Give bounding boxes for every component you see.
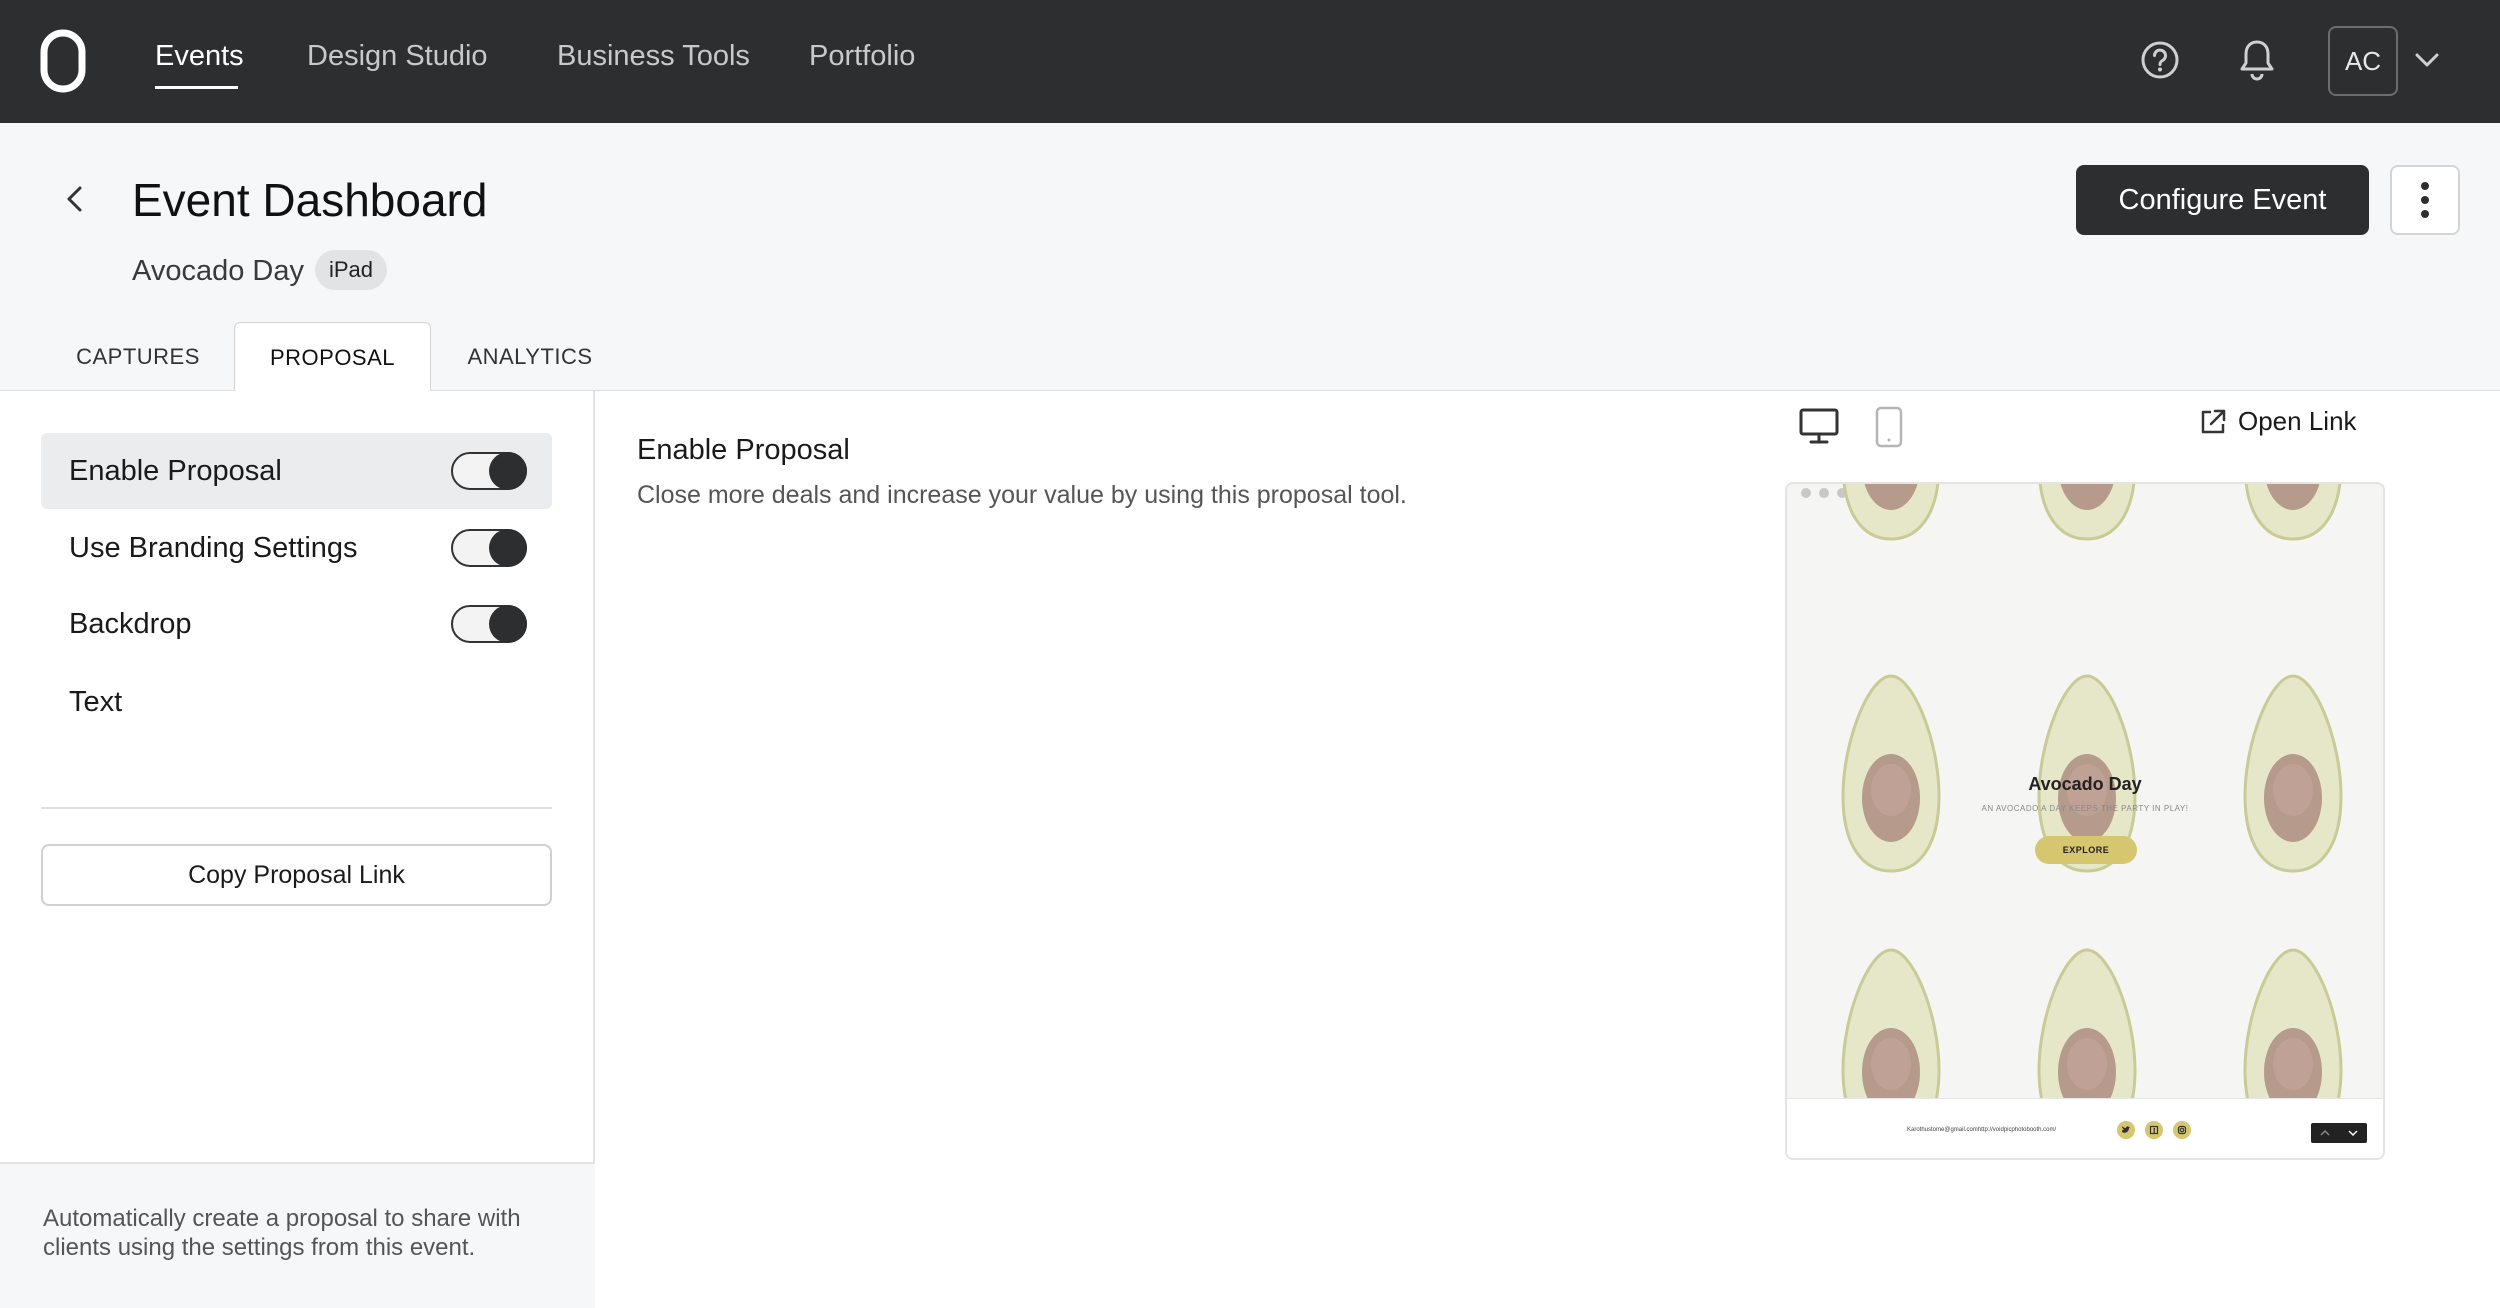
- tab-proposal[interactable]: PROPOSAL: [234, 322, 431, 392]
- chevron-up-icon: [2311, 1123, 2339, 1143]
- main-description: Close more deals and increase your value…: [637, 481, 1407, 509]
- sidebar-footer-text: Automatically create a proposal to share…: [43, 1205, 521, 1261]
- top-navigation: Events Design Studio Business Tools Port…: [0, 0, 2500, 123]
- main-title: Enable Proposal: [637, 434, 850, 466]
- toggle-label: Backdrop: [69, 608, 192, 640]
- preview-explore-button: EXPLORE: [2035, 836, 2137, 864]
- event-name: Avocado Day: [132, 255, 304, 287]
- bell-icon[interactable]: [2238, 38, 2276, 82]
- tab-analytics[interactable]: ANALYTICS: [455, 323, 605, 391]
- desktop-view-icon[interactable]: [1799, 407, 1839, 445]
- toggle-row-enable-proposal[interactable]: Enable Proposal: [41, 433, 552, 509]
- toggle-label: Enable Proposal: [69, 455, 282, 487]
- toggle-label: Use Branding Settings: [69, 532, 358, 564]
- preview-footer: Karothustome@gmail.comhttp://voidpicphot…: [1787, 1098, 2383, 1158]
- more-options-button[interactable]: [2390, 165, 2460, 235]
- nav-active-underline: [155, 86, 238, 89]
- preview-subtitle: AN AVOCADO A DAY KEEPS THE PARTY IN PLAY…: [1981, 804, 2189, 813]
- backdrop-switch[interactable]: [451, 605, 527, 643]
- tab-captures[interactable]: CAPTURES: [64, 323, 212, 391]
- external-link-icon: [2201, 409, 2226, 433]
- open-link-button[interactable]: Open Link: [2198, 406, 2357, 437]
- page-title: Event Dashboard: [132, 174, 488, 226]
- preview-contact-text: Karothustome@gmail.comhttp://voidpicphot…: [1907, 1127, 2057, 1133]
- copy-proposal-link-button[interactable]: Copy Proposal Link: [41, 844, 552, 906]
- sidebar-item-text[interactable]: Text: [69, 686, 122, 719]
- toggle-row-backdrop[interactable]: Backdrop: [41, 586, 552, 662]
- preview-title: Avocado Day: [2028, 774, 2142, 794]
- twitter-icon: [2117, 1121, 2135, 1139]
- chevron-down-icon[interactable]: [2414, 50, 2440, 70]
- nav-item-portfolio[interactable]: Portfolio: [809, 40, 915, 73]
- open-link-label: Open Link: [2238, 406, 2357, 436]
- toggle-row-use-branding[interactable]: Use Branding Settings: [41, 510, 552, 586]
- proposal-preview: Avocado Day AN AVOCADO A DAY KEEPS THE P…: [1785, 482, 2385, 1160]
- logo-icon[interactable]: [40, 29, 86, 93]
- nav-item-events[interactable]: Events: [155, 40, 244, 73]
- preview-scroll-controls: [2311, 1123, 2367, 1143]
- instagram-icon: [2173, 1121, 2191, 1139]
- back-arrow-icon[interactable]: [60, 183, 92, 215]
- avatar[interactable]: AC: [2328, 26, 2398, 96]
- help-icon[interactable]: [2140, 40, 2180, 80]
- device-badge: iPad: [315, 250, 388, 290]
- divider: [41, 807, 552, 809]
- facebook-icon: [2145, 1121, 2163, 1139]
- nav-item-business-tools[interactable]: Business Tools: [557, 40, 750, 73]
- mobile-view-icon[interactable]: [1874, 406, 1904, 448]
- chevron-down-icon: [2339, 1123, 2367, 1143]
- use-branding-switch[interactable]: [451, 529, 527, 567]
- vertical-dots-icon: [2421, 182, 2429, 218]
- enable-proposal-switch[interactable]: [451, 452, 527, 490]
- nav-item-design-studio[interactable]: Design Studio: [307, 40, 488, 73]
- configure-event-button[interactable]: Configure Event: [2076, 165, 2369, 235]
